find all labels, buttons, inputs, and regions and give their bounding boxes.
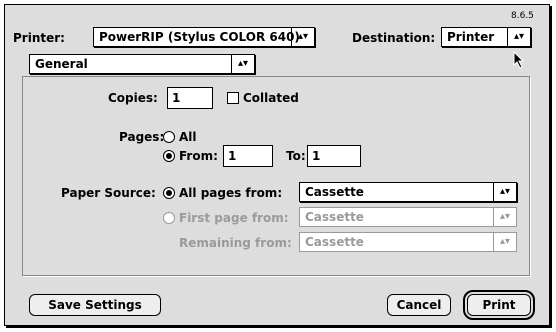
copies-label: Copies: xyxy=(108,91,158,105)
collated-checkbox[interactable] xyxy=(227,92,239,104)
updown-arrows-icon: ▴▾ xyxy=(493,233,516,251)
first-page-label: First page from: xyxy=(179,211,289,225)
pages-label: Pages: xyxy=(119,130,165,144)
pages-from-field[interactable]: 1 xyxy=(223,145,273,167)
save-settings-button[interactable]: Save Settings xyxy=(29,294,161,316)
first-page-source-popup[interactable]: Cassette ▴▾ xyxy=(299,207,517,227)
panel-popup[interactable]: General ▴▾ xyxy=(29,54,255,74)
pages-to-label: To: xyxy=(286,149,306,163)
pages-from-value: 1 xyxy=(228,149,237,163)
updown-arrows-icon: ▴▾ xyxy=(493,208,516,226)
collated-label: Collated xyxy=(243,91,299,105)
first-page-source-value: Cassette xyxy=(305,210,364,224)
printer-popup-value: PowerRIP (Stylus COLOR 640) xyxy=(99,30,300,44)
remaining-source-value: Cassette xyxy=(305,235,364,249)
version-label: 8.6.5 xyxy=(511,11,534,21)
updown-arrows-icon: ▴▾ xyxy=(507,28,530,46)
updown-arrows-icon: ▴▾ xyxy=(493,183,516,201)
pages-all-label: All xyxy=(179,130,197,144)
cancel-button[interactable]: Cancel xyxy=(387,294,451,316)
all-pages-source-value: Cassette xyxy=(305,185,364,199)
remaining-source-popup[interactable]: Cassette ▴▾ xyxy=(299,232,517,252)
updown-arrows-icon: ▴▾ xyxy=(231,55,254,73)
pages-from-label: From: xyxy=(179,149,218,163)
all-pages-label: All pages from: xyxy=(179,186,283,200)
all-pages-radio[interactable] xyxy=(163,187,175,199)
pages-all-radio[interactable] xyxy=(163,131,175,143)
panel-popup-value: General xyxy=(35,57,88,71)
pages-to-field[interactable]: 1 xyxy=(307,145,361,167)
printer-label: Printer: xyxy=(13,31,65,45)
print-dialog: 8.6.5 Printer: PowerRIP (Stylus COLOR 64… xyxy=(4,4,550,326)
destination-label: Destination: xyxy=(352,31,436,45)
destination-popup[interactable]: Printer ▴▾ xyxy=(441,27,531,47)
paper-source-label: Paper Source: xyxy=(61,186,156,200)
first-page-radio[interactable] xyxy=(163,212,175,224)
destination-popup-value: Printer xyxy=(447,30,495,44)
mouse-pointer-icon xyxy=(513,51,525,69)
remaining-label: Remaining from: xyxy=(179,236,292,250)
all-pages-source-popup[interactable]: Cassette ▴▾ xyxy=(299,182,517,202)
print-button[interactable]: Print xyxy=(463,290,535,320)
copies-value: 1 xyxy=(172,91,181,105)
copies-field[interactable]: 1 xyxy=(167,87,213,109)
printer-popup[interactable]: PowerRIP (Stylus COLOR 640) ▴▾ xyxy=(93,27,315,47)
pages-to-value: 1 xyxy=(312,149,321,163)
updown-arrows-icon: ▴▾ xyxy=(291,28,314,46)
pages-from-radio[interactable] xyxy=(163,150,175,162)
